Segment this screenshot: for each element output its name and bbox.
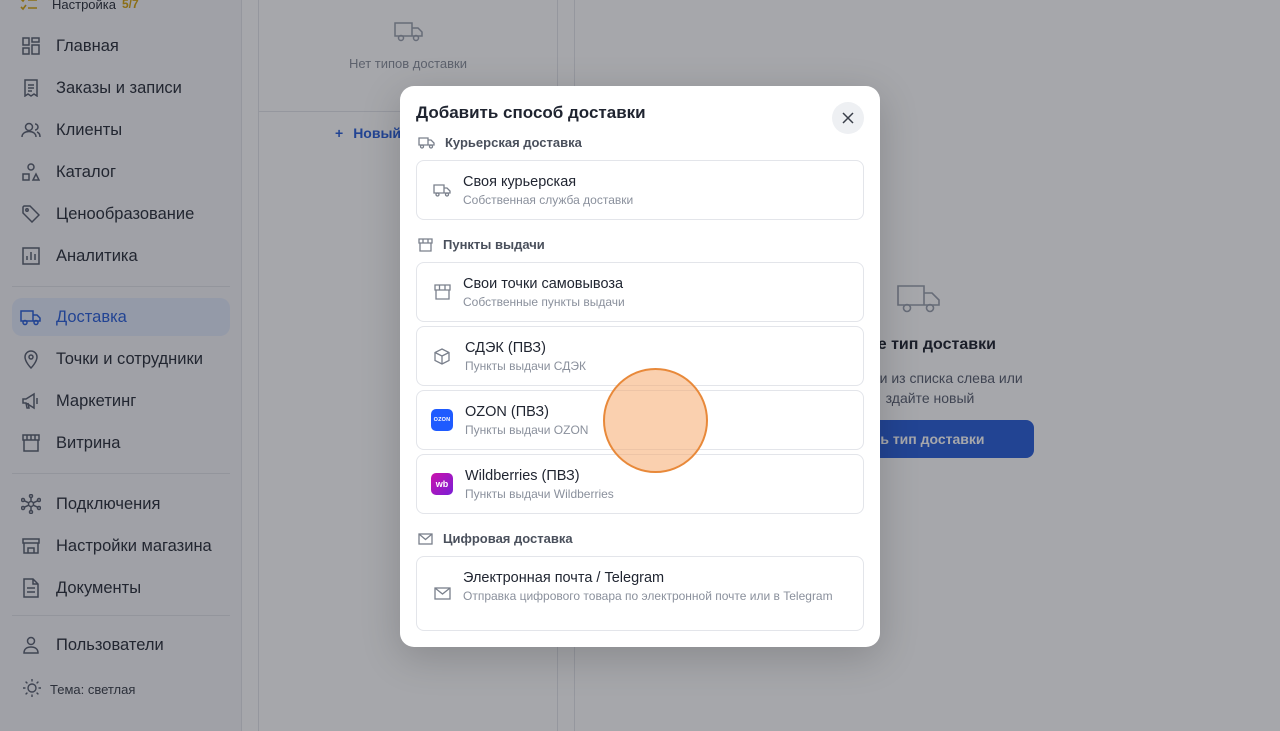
section-pickup-points: Пункты выдачи [418,237,545,252]
truck-icon [431,179,453,201]
wildberries-logo: wb [431,473,453,495]
option-subtitle: Собственная служба доставки [463,193,634,207]
truck-icon [418,136,435,149]
mail-icon [418,532,433,545]
section-digital: Цифровая доставка [418,531,573,546]
close-button[interactable] [832,102,864,134]
section-title: Курьерская доставка [445,135,582,150]
ozon-logo: OZON [431,409,453,431]
wildberries-logo-wrap: wb [431,473,453,495]
option-subtitle: Пункты выдачи Wildberries [465,487,614,501]
option-title: OZON (ПВЗ) [465,404,549,420]
option-title: Своя курьерская [463,174,577,190]
store-icon [431,281,453,303]
option-subtitle: Отправка цифрового товара по электронной… [463,589,833,603]
add-delivery-method-dialog: Добавить способ доставки Курьерская дост… [400,86,880,647]
section-courier: Курьерская доставка [418,135,582,150]
mail-icon [431,583,453,605]
section-title: Цифровая доставка [443,531,573,546]
ozon-logo-wrap: OZON [431,409,453,431]
section-title: Пункты выдачи [443,237,545,252]
option-email-telegram[interactable]: Электронная почта / Telegram Отправка ци… [416,556,864,631]
option-own-courier[interactable]: Своя курьерская Собственная служба доста… [416,160,864,220]
option-title: СДЭК (ПВЗ) [465,340,546,356]
box-icon [431,345,453,367]
option-title: Свои точки самовывоза [463,276,624,292]
option-title: Электронная почта / Telegram [463,570,665,586]
dialog-title: Добавить способ доставки [416,103,646,122]
option-subtitle: Собственные пункты выдачи [463,295,625,309]
store-icon [418,237,433,252]
option-own-pickup-points[interactable]: Свои точки самовывоза Собственные пункты… [416,262,864,322]
close-icon [842,112,854,124]
touch-indicator [603,368,708,473]
option-title: Wildberries (ПВЗ) [465,468,580,484]
